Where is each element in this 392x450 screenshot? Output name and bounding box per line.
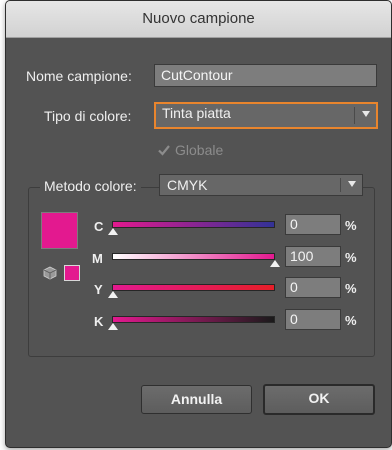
cyan-slider-track[interactable] [112,221,275,228]
color-type-select[interactable]: Tinta piatta [154,102,378,129]
black-percent-unit: % [345,313,357,328]
color-mode-value: CMYK [167,177,208,193]
channel-label-y: Y [94,282,103,297]
chevron-down-icon [348,181,356,187]
magenta-slider-track[interactable] [112,253,275,260]
dropdown-separator [354,107,355,124]
dropdown-separator [340,178,341,192]
cancel-button[interactable]: Annulla [141,385,252,414]
black-value-input[interactable]: 0 [285,309,341,330]
checkmark-icon [158,145,170,156]
swatch-name-input[interactable]: CutContour [154,64,377,87]
new-swatch-dialog: Nuovo campione Nome campione: CutContour… [5,0,392,448]
cyan-slider-thumb[interactable] [108,228,118,235]
color-mode-label: Metodo colore: [40,178,141,194]
cyan-value-input[interactable]: 0 [285,214,341,235]
chevron-down-icon [362,111,370,117]
global-checkbox[interactable]: Globale [157,142,223,158]
channel-label-m: M [92,251,103,266]
color-type-label: Tipo di colore: [44,108,132,124]
swatch-name-label: Nome campione: [26,68,132,84]
out-of-gamut-cube-icon[interactable] [43,266,57,280]
black-slider-thumb[interactable] [108,323,118,330]
channel-label-c: C [94,219,104,234]
yellow-value-input[interactable]: 0 [285,277,341,298]
gamut-correction-swatch[interactable] [64,265,80,281]
channel-label-k: K [94,314,104,329]
color-mode-group [28,187,375,357]
magenta-percent-unit: % [345,250,357,265]
magenta-slider-thumb[interactable] [270,260,280,267]
black-slider-track[interactable] [112,316,275,323]
title-bar[interactable]: Nuovo campione [6,1,391,38]
yellow-slider-track[interactable] [112,284,275,291]
cyan-percent-unit: % [345,218,357,233]
global-label: Globale [175,142,224,158]
color-preview-swatch [41,212,78,249]
magenta-value-input[interactable]: 100 [285,246,341,267]
color-mode-select[interactable]: CMYK [159,174,363,196]
yellow-percent-unit: % [345,281,357,296]
yellow-slider-thumb[interactable] [108,291,118,298]
ok-button[interactable]: OK [263,384,375,415]
dialog-title: Nuovo campione [142,10,255,27]
color-type-value: Tinta piatta [162,105,231,121]
